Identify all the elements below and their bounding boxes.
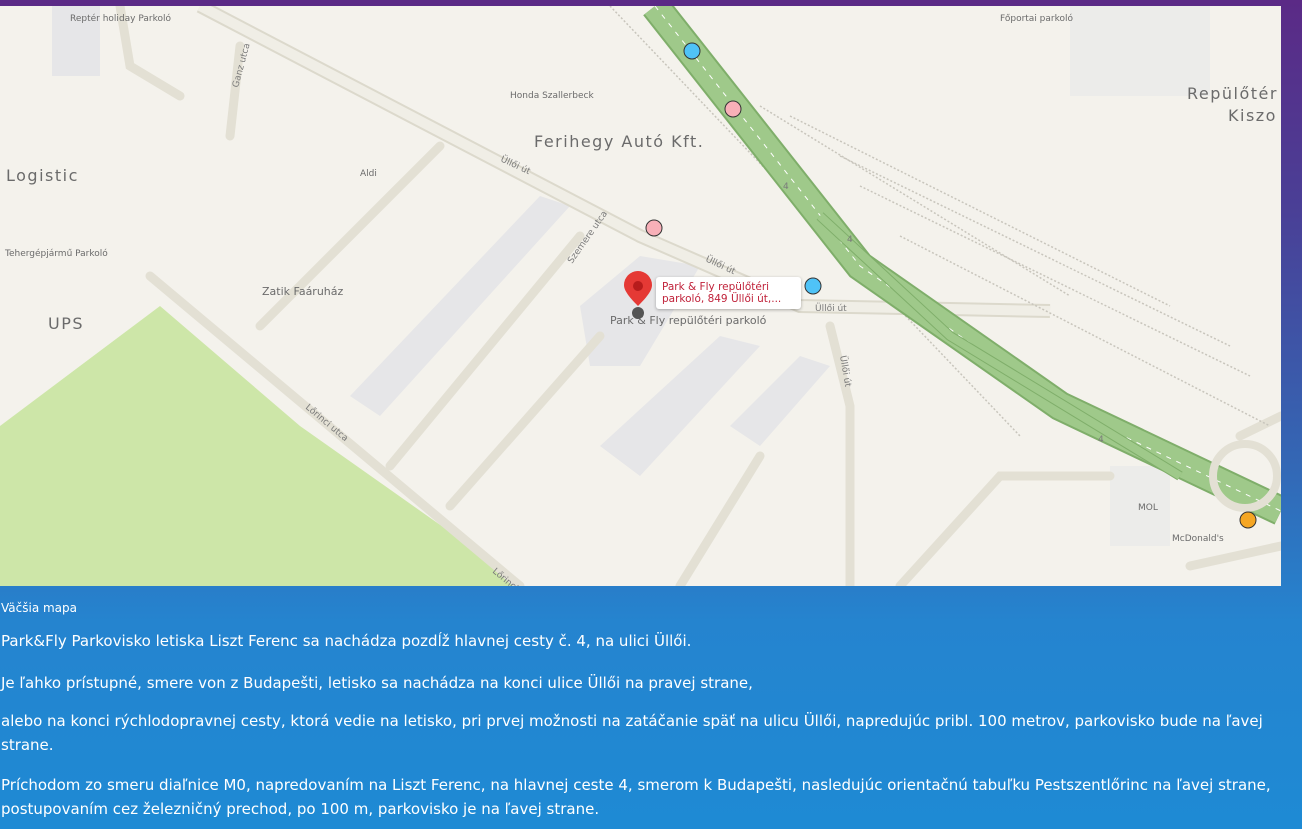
- label-aldi: Aldi: [360, 169, 377, 179]
- label-logistic: Logistic: [6, 166, 79, 185]
- paragraph-3: alebo na konci rýchlodopravnej cesty, kt…: [1, 712, 1263, 754]
- waze-icon: [724, 100, 742, 118]
- waze-icon: [1239, 511, 1257, 529]
- label-tehergep: Tehergépjármű Parkoló: [4, 248, 108, 259]
- park-area: [0, 306, 520, 586]
- paragraph-2: Je ľahko prístupné, smere von z Budapešt…: [1, 674, 753, 692]
- ulloi-road: [196, 6, 1051, 318]
- label-repter-holiday: Reptér holiday Parkoló: [70, 13, 171, 24]
- label-foportai: Főportai parkoló: [1000, 13, 1074, 24]
- label-ferihegy-auto: Ferihegy Autó Kft.: [534, 132, 704, 151]
- label-mol: MOL: [1138, 503, 1158, 513]
- label-repuloter: Repülőtér: [1187, 84, 1278, 103]
- map-poi-labels: Zatik Faáruház: [262, 285, 344, 298]
- map-canvas[interactable]: Reptér holiday Parkoló Főportai parkoló …: [0, 6, 1281, 586]
- paragraph-4: Príchodom zo smeru diaľnice M0, napredov…: [1, 776, 1271, 818]
- larger-map-link[interactable]: Väčšia mapa: [1, 601, 77, 615]
- label-kiszo: Kiszo: [1228, 106, 1277, 125]
- popup-line-2: parkoló, 849 Üllői út,...: [662, 293, 782, 305]
- label-honda: Honda Szallerbeck: [510, 91, 594, 101]
- label-hwy-4c: 4: [1098, 435, 1104, 445]
- waze-icon: [683, 42, 701, 60]
- label-ulloi-3: Üllői út: [815, 303, 847, 314]
- label-zatik: Zatik Faáruház: [262, 285, 344, 298]
- label-hwy-4b: 4: [847, 235, 853, 245]
- label-ups: UPS: [48, 314, 84, 333]
- paragraph-1: Park&Fly Parkovisko letiska Liszt Ferenc…: [1, 632, 692, 650]
- waze-icon: [645, 219, 663, 237]
- waze-icon: [804, 277, 822, 295]
- label-mcdonalds: McDonald's: [1172, 534, 1224, 544]
- place-popup[interactable]: Park & Fly repülőtéri parkoló, 849 Üllői…: [656, 277, 801, 309]
- label-hwy-4a: 4: [783, 182, 789, 192]
- label-szemere: Szemere utca: [566, 209, 610, 265]
- embedded-map[interactable]: Reptér holiday Parkoló Főportai parkoló …: [0, 6, 1281, 586]
- popup-line-1: Park & Fly repülőtéri: [662, 281, 770, 293]
